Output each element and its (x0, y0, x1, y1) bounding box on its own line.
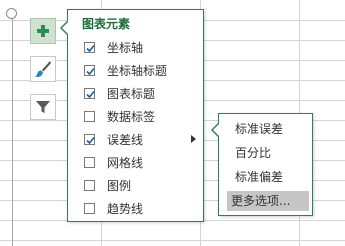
chart-elements-button[interactable] (30, 18, 56, 44)
panel-title: 图表元素 (82, 17, 131, 31)
element-axes[interactable]: 坐标轴 (84, 38, 202, 56)
element-label: 趋势线 (107, 201, 144, 216)
element-error-bars[interactable]: 误差线 (84, 130, 202, 148)
chart-elements-panel: 图表元素 坐标轴 坐标轴标题 图表标题 数据标签 误差线 网格线 图例 趋势线 (67, 9, 204, 222)
element-gridlines[interactable]: 网格线 (84, 153, 202, 171)
chart-filters-button[interactable] (30, 94, 56, 120)
axes-checkbox[interactable] (84, 41, 95, 53)
filter-icon (35, 99, 51, 115)
data-labels-checkbox[interactable] (84, 110, 95, 122)
element-label: 图表标题 (107, 86, 156, 101)
trendline-checkbox[interactable] (84, 202, 95, 214)
gridlines-checkbox[interactable] (84, 156, 95, 168)
chart-styles-button[interactable] (30, 56, 56, 82)
submenu-item-standard-deviation[interactable]: 标准偏差 (231, 167, 287, 187)
submenu-arrow-icon[interactable] (191, 135, 196, 143)
brush-icon (34, 60, 52, 78)
chart-resize-handle[interactable] (6, 8, 17, 19)
submenu-pointer-fill (213, 124, 219, 136)
element-label: 误差线 (107, 132, 144, 147)
element-label: 坐标轴 (107, 40, 144, 55)
popup-pointer-fill (62, 22, 68, 34)
plus-icon (36, 24, 50, 38)
submenu-item-percentage[interactable]: 百分比 (231, 143, 275, 163)
element-label: 坐标轴标题 (107, 63, 168, 78)
element-axis-titles[interactable]: 坐标轴标题 (84, 61, 202, 79)
element-label: 网格线 (107, 155, 144, 170)
element-data-labels[interactable]: 数据标签 (84, 107, 202, 125)
error-bars-submenu: 标准误差 百分比 标准偏差 更多选项... (218, 113, 313, 216)
element-label: 数据标签 (107, 109, 156, 124)
submenu-item-more-options[interactable]: 更多选项... (227, 191, 309, 211)
element-trendline[interactable]: 趋势线 (84, 199, 202, 217)
element-label: 图例 (107, 178, 132, 193)
submenu-item-standard-error[interactable]: 标准误差 (231, 119, 287, 139)
chart-title-checkbox[interactable] (84, 87, 95, 99)
element-chart-title[interactable]: 图表标题 (84, 84, 202, 102)
chart-selection-edge (12, 12, 13, 246)
error-bars-checkbox[interactable] (84, 133, 95, 145)
element-legend[interactable]: 图例 (84, 176, 202, 194)
axis-titles-checkbox[interactable] (84, 64, 95, 76)
legend-checkbox[interactable] (84, 179, 95, 191)
